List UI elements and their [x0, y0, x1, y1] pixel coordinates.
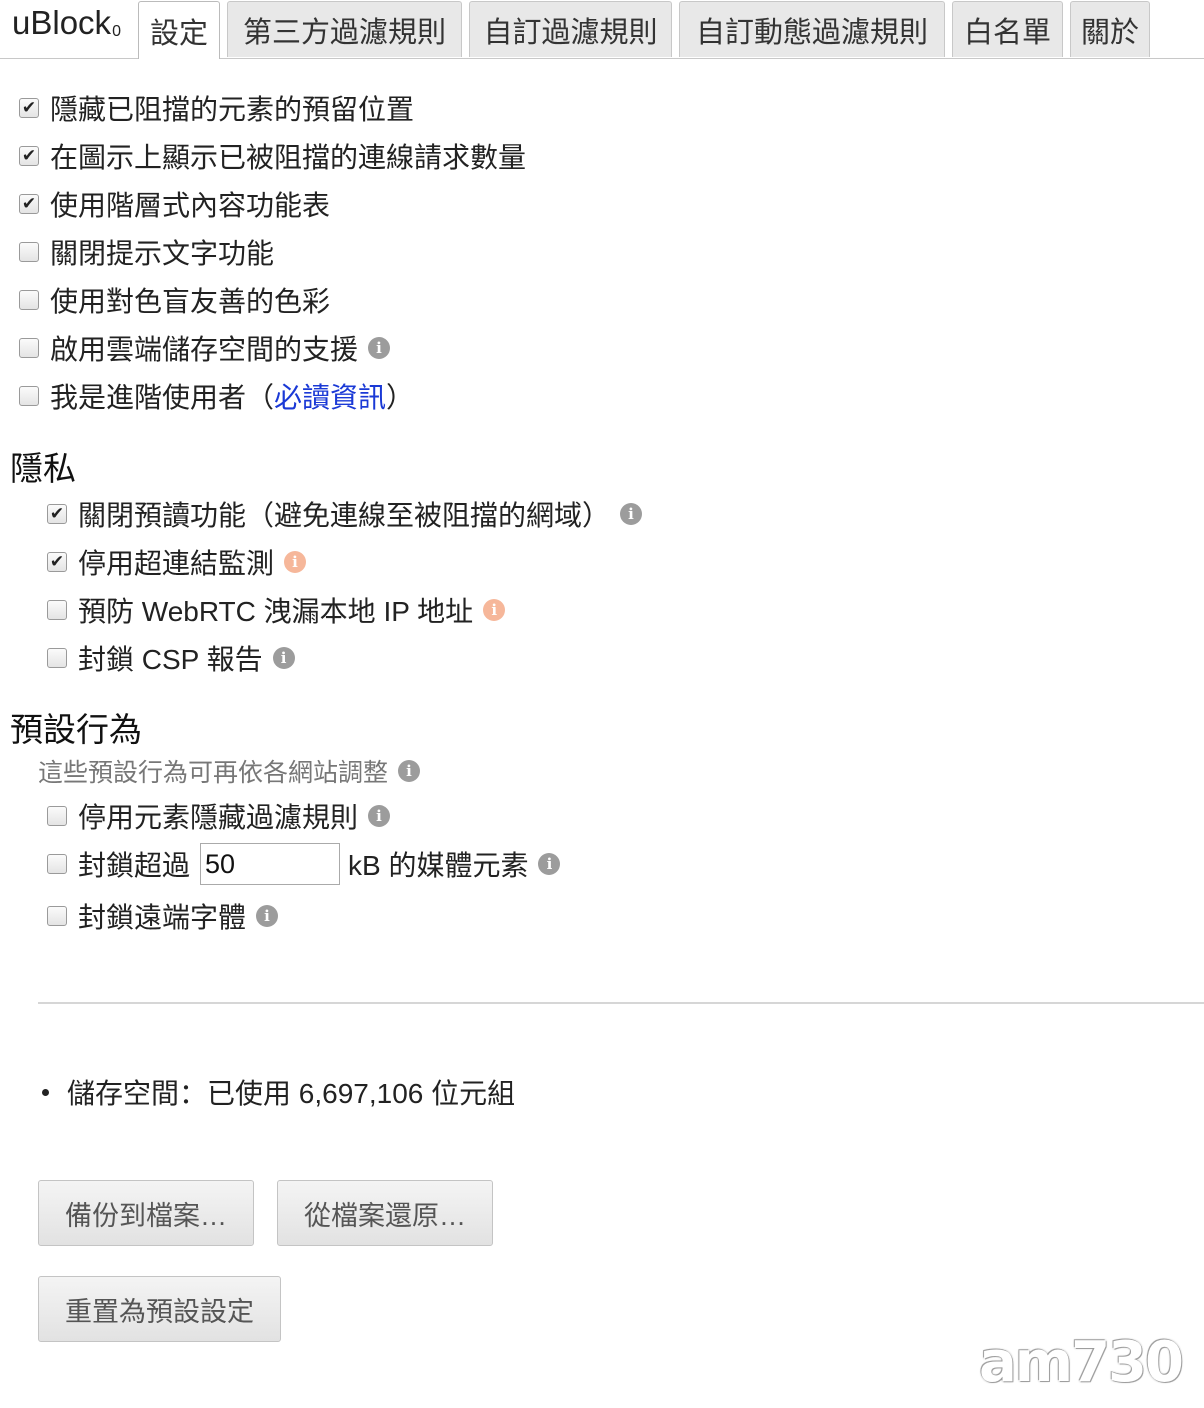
setting-label: 關閉提示文字功能	[50, 238, 275, 269]
app-logo: uBlock0	[12, 4, 121, 41]
info-icon[interactable]: i	[398, 760, 421, 782]
setting-label: 預防 WebRTC 洩漏本地 IP 地址	[78, 596, 474, 627]
remote-fonts-checkbox[interactable]	[47, 906, 67, 926]
storage-used: 儲存空間：已使用 6,697,106 位元組	[42, 1072, 515, 1112]
info-icon[interactable]: i	[620, 503, 643, 525]
setting-label-suffix: kB 的媒體元素	[348, 850, 529, 881]
setting-hyperlink-auditing: ✔ 停用超連結監測 i	[47, 542, 307, 582]
required-reading-link[interactable]: 必讀資訊	[274, 376, 386, 416]
setting-remote-fonts: 封鎖遠端字體 i	[47, 896, 279, 936]
section-title-default-behavior: 預設行為	[10, 711, 142, 748]
info-warning-icon[interactable]: i	[284, 551, 307, 573]
context-menu-checkbox[interactable]: ✔	[19, 194, 39, 214]
setting-label: 使用階層式內容功能表	[50, 190, 331, 221]
tab-whitelist[interactable]: 白名單	[952, 1, 1063, 57]
setting-label: 停用元素隱藏過濾規則	[78, 802, 359, 833]
setting-label: 關閉預讀功能（避免連線至被阻擋的網域）	[78, 500, 611, 531]
setting-label: 隱藏已阻擋的元素的預留位置	[50, 94, 415, 125]
tab-my-rules[interactable]: 自訂動態過濾規則	[679, 1, 945, 57]
tab-third-party-filters[interactable]: 第三方過濾規則	[227, 1, 462, 57]
disable-tooltips-checkbox[interactable]	[19, 242, 39, 262]
tab-about[interactable]: 關於	[1070, 1, 1150, 57]
cloud-storage-checkbox[interactable]	[19, 338, 39, 358]
reset-button[interactable]: 重置為預設設定	[38, 1276, 281, 1342]
setting-hide-placeholders: ✔ 隱藏已阻擋的元素的預留位置	[19, 88, 414, 128]
setting-cloud-storage: 啟用雲端儲存空間的支援 i	[19, 328, 391, 368]
info-icon[interactable]: i	[272, 647, 295, 669]
restore-button[interactable]: 從檔案還原…	[277, 1180, 493, 1246]
backup-button[interactable]: 備份到檔案…	[38, 1180, 254, 1246]
setting-label: 啟用雲端儲存空間的支援	[50, 334, 359, 365]
large-media-checkbox[interactable]	[47, 854, 67, 874]
media-size-input[interactable]	[200, 843, 341, 885]
tab-settings[interactable]: 設定	[138, 1, 220, 59]
setting-label: 封鎖 CSP 報告	[78, 644, 263, 675]
setting-label: 在圖示上顯示已被阻擋的連線請求數量	[50, 142, 527, 173]
setting-label: 使用對色盲友善的色彩	[50, 286, 331, 317]
setting-prefetch: ✔ 關閉預讀功能（避免連線至被阻擋的網域） i	[47, 494, 643, 534]
hyperlink-auditing-checkbox[interactable]: ✔	[47, 552, 67, 572]
setting-large-media: 封鎖超過 kB 的媒體元素 i	[47, 841, 561, 887]
setting-label: 停用超連結監測	[78, 548, 275, 579]
setting-colorblind: 使用對色盲友善的色彩	[19, 280, 330, 320]
setting-label: 我是進階使用者（	[50, 382, 275, 413]
show-icon-badge-checkbox[interactable]: ✔	[19, 146, 39, 166]
setting-webrtc: 預防 WebRTC 洩漏本地 IP 地址 i	[47, 590, 506, 630]
cosmetic-filtering-checkbox[interactable]	[47, 806, 67, 826]
info-icon[interactable]: i	[256, 905, 279, 927]
bullet	[42, 1088, 49, 1096]
logo-suffix: 0	[112, 23, 121, 40]
prefetch-checkbox[interactable]: ✔	[47, 504, 67, 524]
csp-reports-checkbox[interactable]	[47, 648, 67, 668]
advanced-user-checkbox[interactable]	[19, 386, 39, 406]
setting-disable-tooltips: 關閉提示文字功能	[19, 232, 274, 272]
default-behavior-note: 這些預設行為可再依各網站調整 i	[38, 753, 421, 789]
setting-advanced-user: 我是進階使用者（ 必讀資訊）	[19, 376, 414, 416]
watermark-logo: am730	[978, 1330, 1184, 1395]
setting-label: 封鎖遠端字體	[78, 902, 247, 933]
setting-label-suffix: ）	[386, 382, 415, 413]
info-icon[interactable]: i	[538, 853, 561, 875]
colorblind-checkbox[interactable]	[19, 290, 39, 310]
setting-context-menu: ✔ 使用階層式內容功能表	[19, 184, 330, 224]
webrtc-checkbox[interactable]	[47, 600, 67, 620]
setting-cosmetic-filtering: 停用元素隱藏過濾規則 i	[47, 796, 391, 836]
info-icon[interactable]: i	[368, 805, 391, 827]
setting-label: 封鎖超過	[78, 850, 191, 881]
info-icon[interactable]: i	[368, 337, 391, 359]
section-title-privacy: 隱私	[10, 450, 76, 487]
setting-csp-reports: 封鎖 CSP 報告 i	[47, 638, 295, 678]
section-divider	[38, 1002, 1204, 1004]
setting-show-icon-badge: ✔ 在圖示上顯示已被阻擋的連線請求數量	[19, 136, 526, 176]
info-warning-icon[interactable]: i	[483, 599, 506, 621]
tab-my-filters[interactable]: 自訂過濾規則	[469, 1, 672, 57]
hide-placeholders-checkbox[interactable]: ✔	[19, 98, 39, 118]
